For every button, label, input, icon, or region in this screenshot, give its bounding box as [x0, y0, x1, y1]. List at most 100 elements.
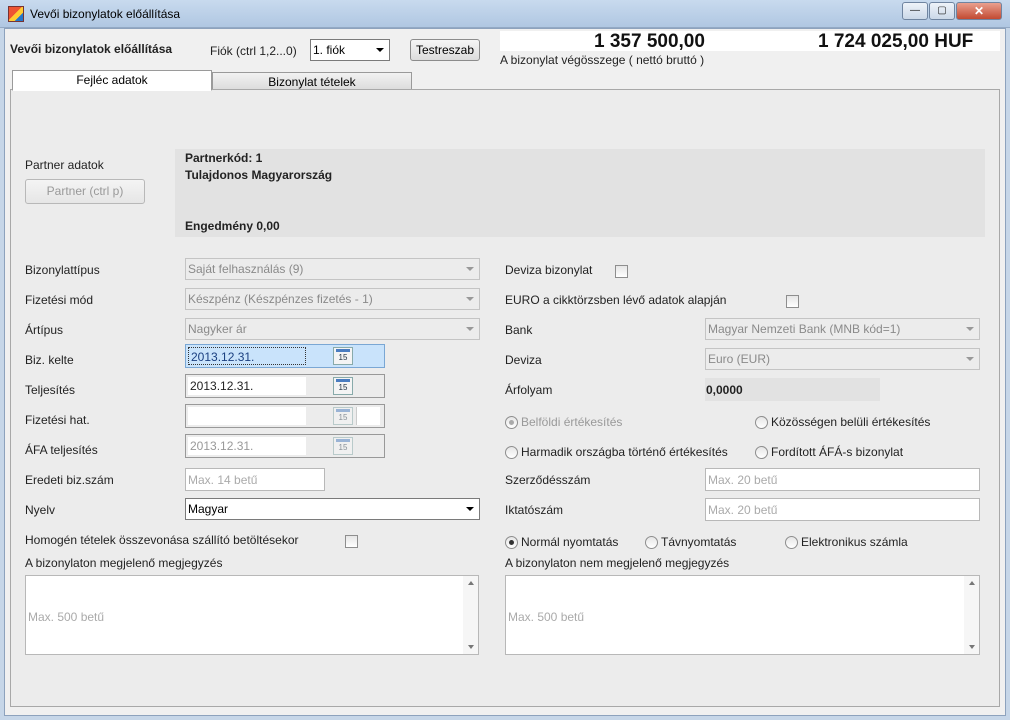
sale-domestic-radio[interactable] — [505, 416, 518, 429]
homogen-label: Homogén tételek összevonása szállító bet… — [25, 533, 299, 547]
note-textarea[interactable]: Max. 500 betű — [25, 575, 479, 655]
sale-community-label: Közösségen belüli értékesítés — [771, 415, 931, 429]
total-caption: A bizonylat végösszege ( nettó bruttó ) — [500, 53, 705, 67]
doc-type-label: Bizonylattípus — [25, 263, 100, 277]
hidden-note-textarea[interactable]: Max. 500 betű — [505, 575, 980, 655]
fulfillment-label: Teljesítés — [25, 383, 76, 397]
chevron-down-icon — [466, 507, 474, 511]
print-remote-radio[interactable] — [645, 536, 658, 549]
fiok-select[interactable]: 1. fiók — [310, 39, 390, 61]
customize-button[interactable]: Testreszab — [410, 39, 480, 61]
page-title: Vevői bizonylatok előállítása — [10, 42, 173, 56]
due-label: Fizetési hat. — [25, 413, 90, 427]
currency-doc-checkbox[interactable] — [615, 265, 628, 278]
chevron-down-icon — [466, 267, 474, 271]
due-days-field[interactable] — [356, 407, 380, 425]
contract-label: Szerződésszám — [505, 473, 591, 487]
maximize-button[interactable]: ▢ — [929, 2, 955, 20]
chevron-down-icon — [966, 357, 974, 361]
filing-input[interactable]: Max. 20 betű — [705, 498, 980, 521]
currency-value: Euro (EUR) — [708, 352, 771, 366]
app-icon — [8, 6, 24, 22]
scroll-down-icon[interactable] — [468, 645, 474, 649]
euro-checkbox[interactable] — [786, 295, 799, 308]
currency-doc-label: Deviza bizonylat — [505, 263, 593, 277]
gross-total: 1 724 025,00 HUF — [818, 31, 974, 52]
currency-label: Deviza — [505, 353, 542, 367]
partner-discount: Engedmény 0,00 — [185, 219, 280, 233]
partner-code: Partnerkód: 1 — [185, 151, 263, 165]
vat-field[interactable]: 2013.12.31. 15 — [185, 434, 385, 458]
bank-label: Bank — [505, 323, 533, 337]
due-field[interactable]: 15 — [185, 404, 385, 428]
rate-label: Árfolyam — [505, 383, 553, 397]
partner-name: Tulajdonos Magyarország — [185, 168, 333, 182]
fiok-value: 1. fiók — [313, 43, 346, 57]
calendar-icon[interactable]: 15 — [333, 407, 353, 425]
fulfillment-value[interactable]: 2013.12.31. — [188, 377, 306, 395]
filing-label: Iktatószám — [505, 503, 564, 517]
language-label: Nyelv — [25, 503, 56, 517]
language-select[interactable]: Magyar — [185, 498, 480, 520]
homogen-checkbox[interactable] — [345, 535, 358, 548]
note-placeholder: Max. 500 betű — [28, 610, 105, 624]
hidden-note-scrollbar[interactable] — [964, 576, 979, 654]
issue-date-label: Biz. kelte — [25, 353, 74, 367]
tab-header-data[interactable]: Fejléc adatok — [12, 70, 212, 91]
window-title: Vevői bizonylatok előállítása — [30, 7, 181, 21]
vat-label: ÁFA teljesítés — [25, 443, 98, 457]
doc-type-value: Saját felhasználás (9) — [188, 262, 304, 276]
sale-domestic-label: Belföldi értékesítés — [521, 415, 623, 429]
chevron-down-icon — [376, 48, 384, 52]
hidden-note-label: A bizonylaton nem megjelenő megjegyzés — [505, 556, 730, 570]
sale-reverse-radio[interactable] — [755, 446, 768, 459]
due-value[interactable] — [188, 407, 306, 425]
issue-date-field[interactable]: 2013.12.31. 15 — [185, 344, 385, 368]
contract-input[interactable]: Max. 20 betű — [705, 468, 980, 491]
orig-number-input[interactable]: Max. 14 betű — [185, 468, 325, 491]
language-value: Magyar — [188, 502, 229, 516]
payment-label: Fizetési mód — [25, 293, 94, 307]
sale-community-radio[interactable] — [755, 416, 768, 429]
sale-reverse-label: Fordított ÁFÁ-s bizonylat — [771, 445, 904, 459]
bank-select[interactable]: Magyar Nemzeti Bank (MNB kód=1) — [705, 318, 980, 340]
minimize-button[interactable]: — — [902, 2, 928, 20]
print-electronic-radio[interactable] — [785, 536, 798, 549]
calendar-icon[interactable]: 15 — [333, 347, 353, 365]
fiok-label: Fiók (ctrl 1,2...0) — [210, 44, 297, 58]
payment-value: Készpénz (Készpénzes fizetés - 1) — [188, 292, 373, 306]
calendar-icon[interactable]: 15 — [333, 437, 353, 455]
price-type-select[interactable]: Nagyker ár — [185, 318, 480, 340]
fulfillment-field[interactable]: 2013.12.31. 15 — [185, 374, 385, 398]
print-normal-label: Normál nyomtatás — [521, 535, 619, 549]
note-label: A bizonylaton megjelenő megjegyzés — [25, 556, 223, 570]
price-type-label: Ártípus — [25, 323, 64, 337]
close-button[interactable]: ✕ — [956, 2, 1002, 20]
euro-label: EURO a cikktörzsben lévő adatok alapján — [505, 293, 727, 307]
sale-third-label: Harmadik országba történő értékesítés — [521, 445, 728, 459]
issue-date-value[interactable]: 2013.12.31. — [188, 347, 306, 365]
scroll-down-icon[interactable] — [969, 645, 975, 649]
chevron-down-icon — [466, 327, 474, 331]
partner-info-box — [175, 149, 985, 237]
scroll-up-icon[interactable] — [969, 581, 975, 585]
print-remote-label: Távnyomtatás — [661, 535, 737, 549]
partner-button[interactable]: Partner (ctrl p) — [25, 179, 145, 204]
hidden-note-placeholder: Max. 500 betű — [508, 610, 585, 624]
currency-select[interactable]: Euro (EUR) — [705, 348, 980, 370]
print-normal-radio[interactable] — [505, 536, 518, 549]
doc-type-select[interactable]: Saját felhasználás (9) — [185, 258, 480, 280]
net-total: 1 357 500,00 — [594, 31, 705, 52]
scroll-up-icon[interactable] — [468, 581, 474, 585]
partner-section-label: Partner adatok — [25, 158, 104, 172]
price-type-value: Nagyker ár — [188, 322, 247, 336]
print-electronic-label: Elektronikus számla — [801, 535, 908, 549]
vat-value[interactable]: 2013.12.31. — [188, 437, 306, 455]
chevron-down-icon — [966, 327, 974, 331]
note-scrollbar[interactable] — [463, 576, 478, 654]
orig-number-label: Eredeti biz.szám — [25, 473, 114, 487]
calendar-icon[interactable]: 15 — [333, 377, 353, 395]
payment-select[interactable]: Készpénz (Készpénzes fizetés - 1) — [185, 288, 480, 310]
rate-value: 0,0000 — [705, 378, 880, 401]
sale-third-radio[interactable] — [505, 446, 518, 459]
